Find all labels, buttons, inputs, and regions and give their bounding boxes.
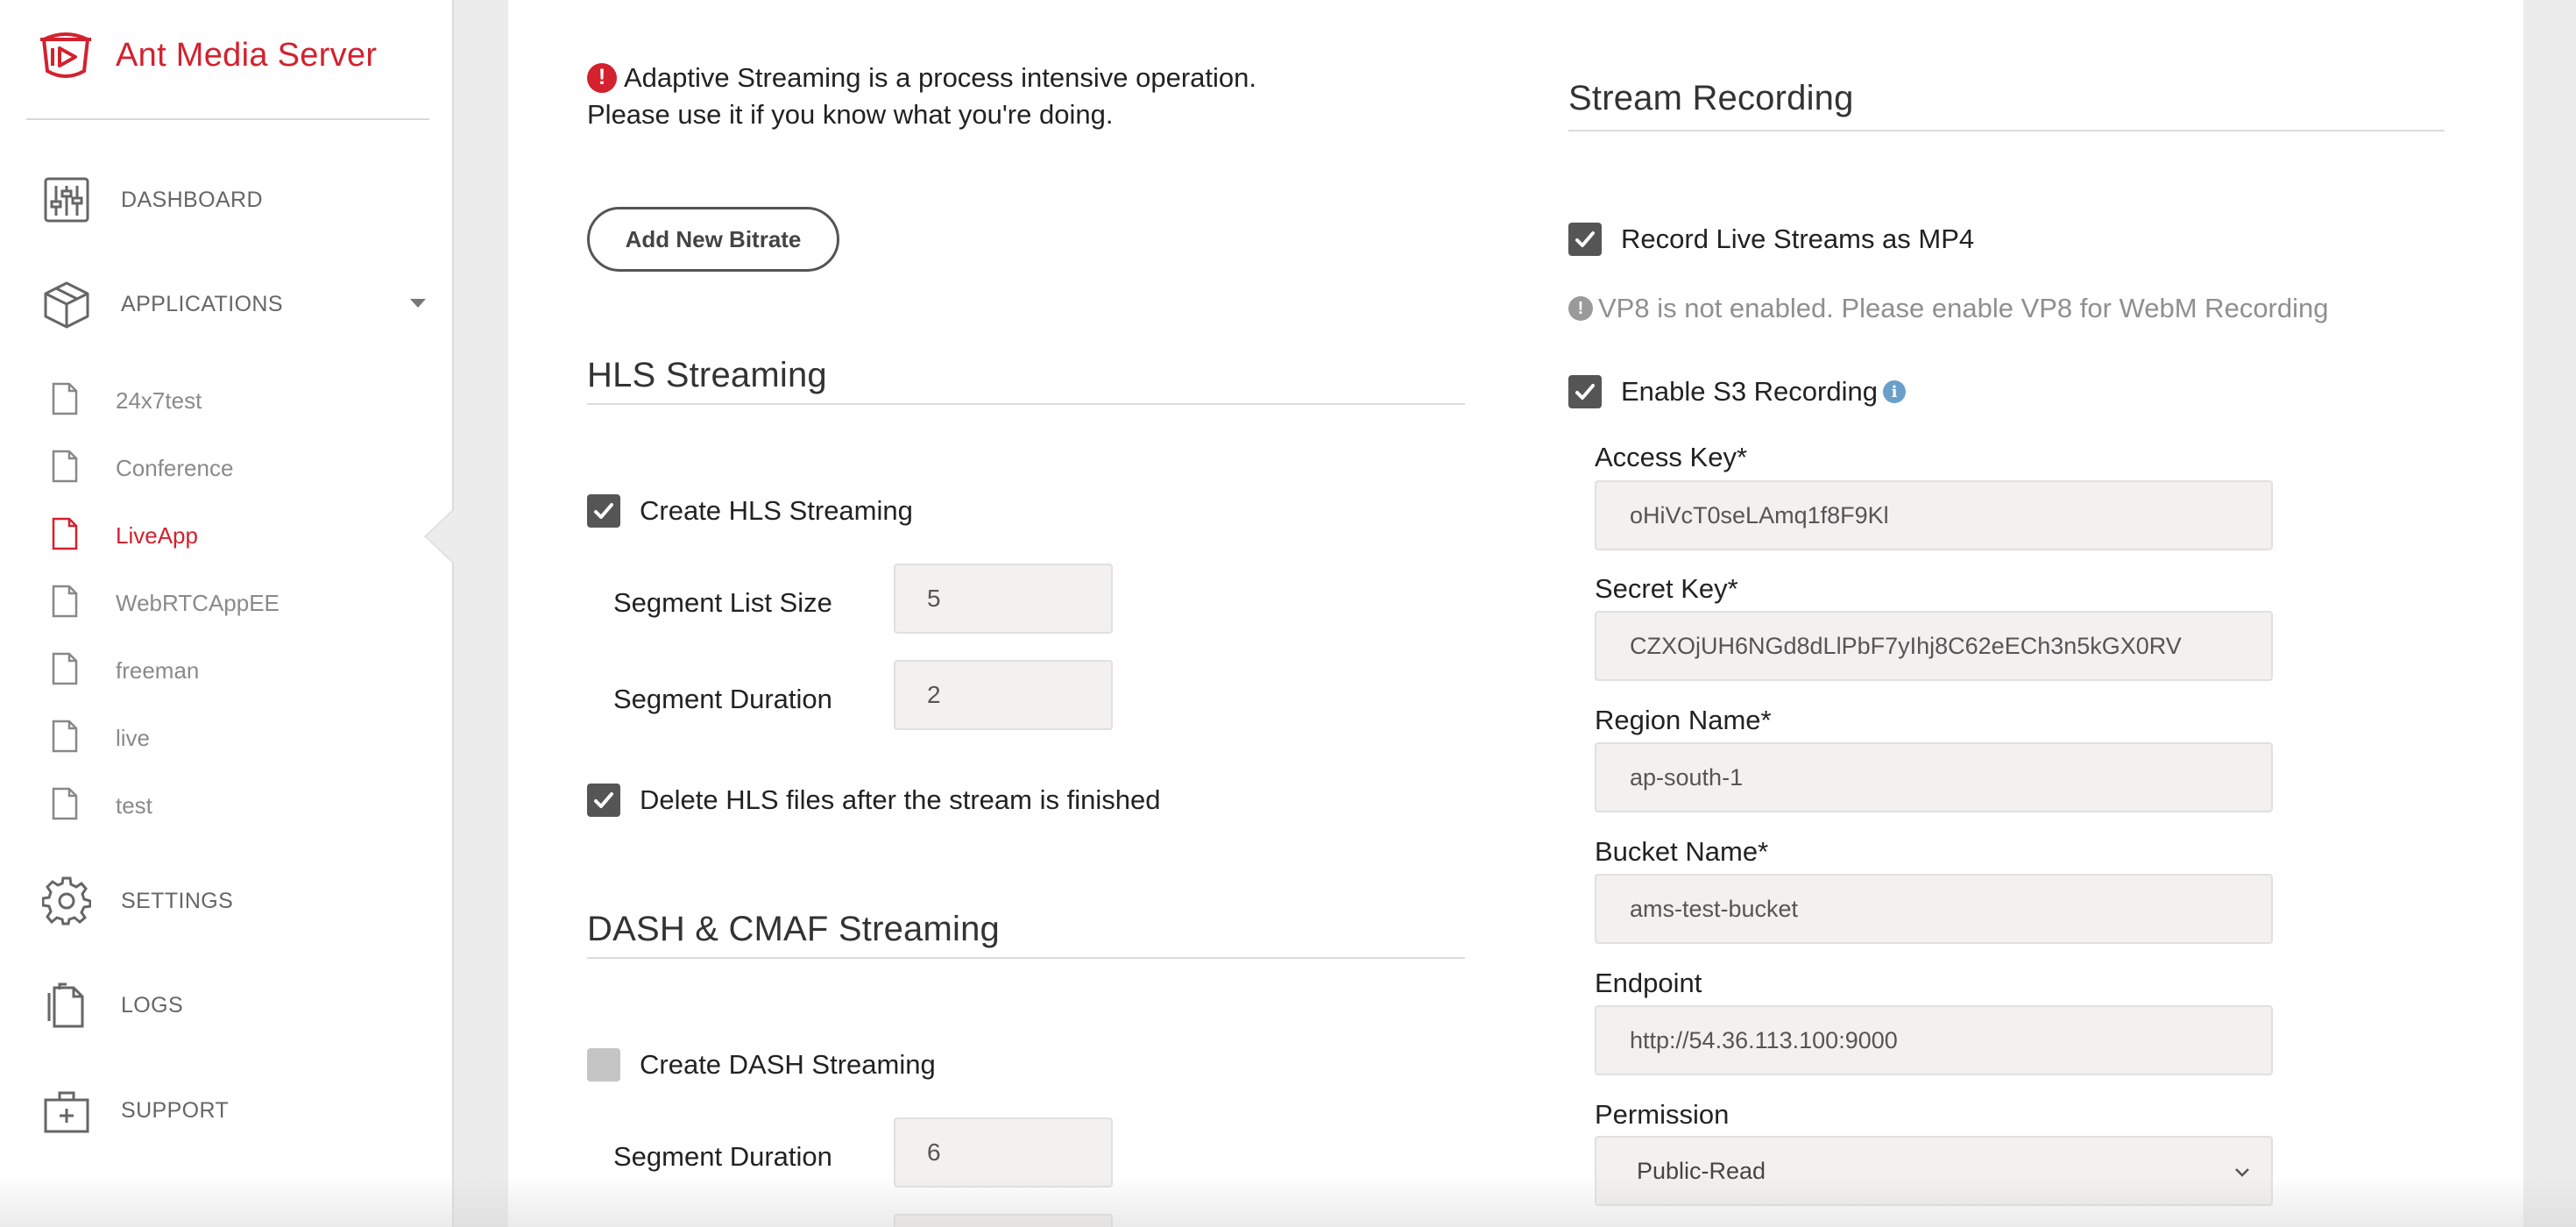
app-item-label: test <box>116 791 152 819</box>
dash-next-input-partial[interactable] <box>894 1214 1113 1227</box>
sidebar-item-label: DASHBOARD <box>121 187 263 212</box>
secret-key-label: Secret Key* <box>1595 573 1738 604</box>
file-icon <box>51 450 79 487</box>
file-icon <box>51 652 79 690</box>
file-icon <box>51 787 79 825</box>
create-hls-label: Create HLS Streaming <box>640 495 913 526</box>
endpoint-label: Endpoint <box>1595 968 1702 998</box>
checkbox-unchecked[interactable] <box>587 1048 620 1082</box>
sidebar-item-dashboard[interactable]: DASHBOARD <box>40 165 426 235</box>
access-key-label: Access Key* <box>1595 442 1748 472</box>
permission-label: Permission <box>1595 1099 1730 1130</box>
brand-logo[interactable]: Ant Media Server <box>35 25 377 86</box>
app-item-conference[interactable]: Conference <box>51 442 419 494</box>
segment-list-size-label: Segment List Size <box>613 587 832 618</box>
box-icon <box>40 278 93 330</box>
checkbox-checked[interactable] <box>587 784 620 817</box>
delete-hls-files-checkbox[interactable]: Delete HLS files after the stream is fin… <box>587 784 1160 817</box>
access-key-input[interactable] <box>1595 480 2273 550</box>
record-mp4-label: Record Live Streams as MP4 <box>1621 223 1975 254</box>
hls-segment-duration-label: Segment Duration <box>613 684 832 714</box>
app-item-webrtcappee[interactable]: WebRTCAppEE <box>51 577 419 629</box>
dash-segment-duration-label: Segment Duration <box>613 1141 832 1172</box>
bucket-name-input[interactable] <box>1595 874 2273 944</box>
app-item-label: Conference <box>116 454 234 481</box>
app-item-live[interactable]: live <box>51 712 419 764</box>
sidebar-item-label: LOGS <box>121 992 184 1018</box>
record-mp4-checkbox[interactable]: Record Live Streams as MP4 <box>1568 223 1974 256</box>
file-icon <box>51 517 79 555</box>
sidebar: Ant Media Server DASHBOARD APPLICATIONS … <box>0 0 454 1227</box>
exclamation-icon: ! <box>587 62 617 93</box>
settings-card: ! Adaptive Streaming is a process intens… <box>508 0 2523 1227</box>
dash-section-title: DASH & CMAF Streaming <box>587 910 1000 948</box>
vp8-note-text: VP8 is not enabled. Please enable VP8 fo… <box>1598 293 2329 323</box>
create-dash-label: Create DASH Streaming <box>640 1049 936 1080</box>
sidebar-item-support[interactable]: SUPPORT <box>40 1075 426 1145</box>
adaptive-warning-line1: Adaptive Streaming is a process intensiv… <box>624 62 1257 93</box>
vp8-note: ! VP8 is not enabled. Please enable VP8 … <box>1568 293 2329 324</box>
sidebar-item-label: APPLICATIONS <box>121 291 283 316</box>
app-item-test[interactable]: test <box>51 779 419 832</box>
sidebar-item-label: SETTINGS <box>121 888 234 913</box>
permission-select[interactable]: Public-Read <box>1595 1136 2273 1206</box>
hls-segment-duration-input[interactable] <box>894 660 1113 730</box>
sidebar-item-settings[interactable]: SETTINGS <box>40 866 426 936</box>
checkbox-checked[interactable] <box>1568 375 1602 408</box>
enable-s3-label: Enable S3 Recording <box>1621 376 1878 407</box>
adaptive-warning: ! Adaptive Streaming is a process intens… <box>587 58 1256 97</box>
file-icon <box>51 585 79 622</box>
app-item-label: freeman <box>116 656 200 684</box>
permission-selected-value: Public-Read <box>1637 1157 1766 1184</box>
hls-section-title: HLS Streaming <box>587 356 827 394</box>
ant-media-logo-icon <box>40 32 91 78</box>
add-new-bitrate-button[interactable]: Add New Bitrate <box>587 207 839 272</box>
info-icon[interactable]: i <box>1882 380 1906 403</box>
dash-section-rule <box>587 957 1465 959</box>
secret-key-input[interactable] <box>1595 611 2273 681</box>
app-item-label: LiveApp <box>116 521 198 549</box>
segment-list-size-input[interactable] <box>894 564 1113 634</box>
hls-section-rule <box>587 403 1465 405</box>
sliders-icon <box>40 174 93 226</box>
sidebar-item-label: SUPPORT <box>121 1097 230 1123</box>
document-icon <box>40 979 93 1032</box>
endpoint-input[interactable] <box>1595 1005 2273 1075</box>
active-indicator <box>426 510 454 563</box>
recording-section-rule <box>1568 130 2445 131</box>
app-item-freeman[interactable]: freeman <box>51 644 419 697</box>
sidebar-divider <box>26 118 429 120</box>
app-item-label: WebRTCAppEE <box>116 589 280 616</box>
sidebar-item-logs[interactable]: LOGS <box>40 970 426 1040</box>
region-name-input[interactable] <box>1595 742 2273 812</box>
delete-hls-files-label: Delete HLS files after the stream is fin… <box>640 784 1161 815</box>
create-hls-checkbox[interactable]: Create HLS Streaming <box>587 494 913 528</box>
file-icon <box>51 720 79 757</box>
chevron-down-icon <box>410 299 426 308</box>
chevron-down-icon <box>2235 1168 2249 1177</box>
sidebar-item-applications[interactable]: APPLICATIONS <box>40 269 426 339</box>
gear-icon <box>40 875 93 927</box>
adaptive-warning-line2: Please use it if you know what you're do… <box>587 99 1114 130</box>
app-item-label: 24x7test <box>116 387 202 414</box>
medkit-icon <box>40 1084 93 1137</box>
create-dash-checkbox[interactable]: Create DASH Streaming <box>587 1048 936 1082</box>
dash-segment-duration-input[interactable] <box>894 1117 1113 1188</box>
checkbox-checked[interactable] <box>1568 223 1602 256</box>
brand-name: Ant Media Server <box>116 36 378 74</box>
recording-section-title: Stream Recording <box>1568 79 1854 117</box>
region-name-label: Region Name* <box>1595 705 1772 735</box>
enable-s3-checkbox[interactable]: Enable S3 Recording i <box>1568 375 1906 408</box>
app-item-liveapp[interactable]: LiveApp <box>51 509 419 562</box>
file-icon <box>51 382 79 420</box>
app-item-24x7test[interactable]: 24x7test <box>51 374 419 427</box>
exclamation-icon: ! <box>1568 296 1593 321</box>
app-item-label: live <box>116 724 151 751</box>
checkbox-checked[interactable] <box>587 494 620 528</box>
bucket-name-label: Bucket Name* <box>1595 836 1769 867</box>
app-root: Ant Media Server DASHBOARD APPLICATIONS … <box>0 0 2576 1227</box>
